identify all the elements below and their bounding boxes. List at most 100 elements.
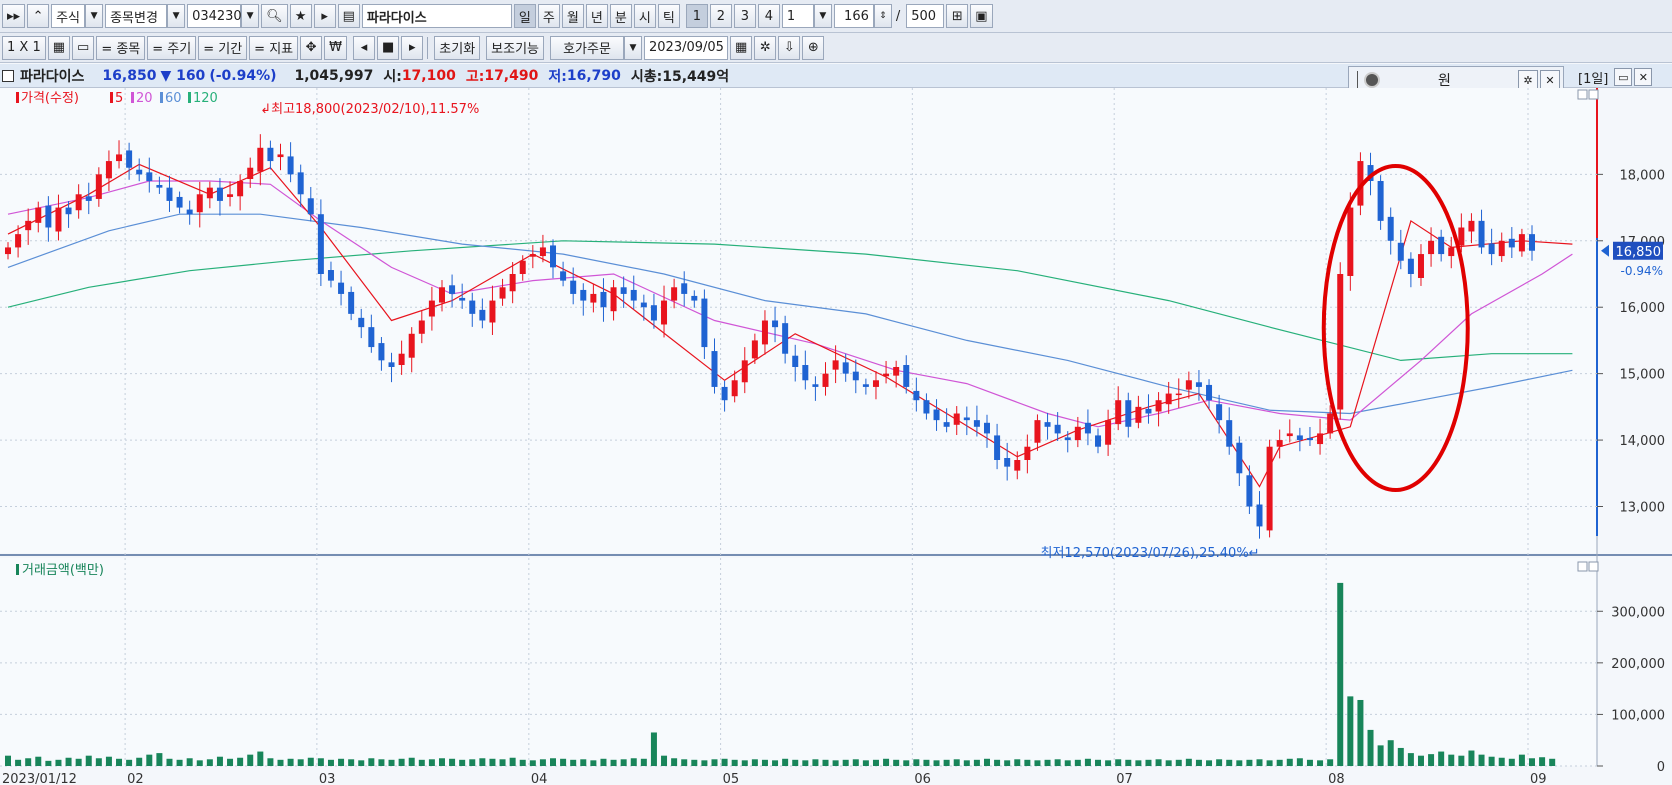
code-dropdown-icon[interactable]: ▼ <box>241 4 260 28</box>
unit-close-icon[interactable]: ✕ <box>1540 70 1560 90</box>
next-page-icon[interactable]: ▸ <box>401 35 424 60</box>
candle-body <box>459 297 466 301</box>
up-arrow-button[interactable]: ⌃ <box>27 4 50 28</box>
price-tick-label: 18,000 <box>1620 168 1666 183</box>
candle-body <box>1529 234 1535 251</box>
volume-bar <box>1286 758 1293 766</box>
info-change: ▼ 160 <box>160 67 206 84</box>
prev-icon[interactable]: ◂ <box>352 35 375 60</box>
close-icon[interactable]: ✕ <box>1634 68 1653 86</box>
change-stock-button[interactable]: 종목변경 <box>105 4 168 28</box>
candle-body <box>509 274 516 292</box>
date-input[interactable]: 2023/09/05 <box>644 35 729 60</box>
won-icon[interactable]: ₩ <box>324 35 347 60</box>
candle-body <box>1084 422 1091 434</box>
volume-bar <box>1387 740 1394 766</box>
grid-icon[interactable]: ▦ <box>47 35 71 60</box>
period-tab-1[interactable]: 주 <box>537 4 560 28</box>
volume-bar <box>792 759 799 766</box>
candle-body <box>297 172 304 195</box>
reset-button[interactable]: 초기화 <box>434 35 481 60</box>
volume-bar <box>620 759 627 766</box>
volume-bar <box>348 759 355 766</box>
candle-body <box>913 390 920 401</box>
pane-close-button[interactable] <box>1588 561 1599 572</box>
candle-body <box>257 147 264 172</box>
play-icon[interactable]: ▸▸ <box>2 4 26 28</box>
news-icon[interactable]: ▤ <box>337 4 360 28</box>
indicator-button-3[interactable]: = 지표 <box>249 35 299 60</box>
candle-body <box>55 207 62 232</box>
info-market-cap: 시총:15,449억 <box>630 68 730 85</box>
market-dropdown-icon[interactable]: ▼ <box>85 4 104 28</box>
period-tab-0[interactable]: 일 <box>513 4 536 28</box>
volume-bar <box>1438 751 1445 766</box>
zoom-icon[interactable]: ⊕ <box>802 35 825 60</box>
volume-bar <box>671 758 678 766</box>
volume-bar <box>65 757 72 766</box>
period-tab-2[interactable]: 월 <box>561 4 584 28</box>
add-window-icon[interactable]: ⊞ <box>946 4 969 28</box>
indicator-button-0[interactable]: = 종목 <box>96 35 146 60</box>
num-tab-2[interactable]: 3 <box>733 4 756 28</box>
chart-area[interactable]: 13,00014,00015,00016,00017,00018,0000100… <box>0 88 1672 785</box>
period-tab-5[interactable]: 시 <box>633 4 656 28</box>
crosshair-icon[interactable]: ✥ <box>300 35 323 60</box>
last-price-label: 16,850 <box>1616 245 1662 260</box>
max-bars-input[interactable]: 500 <box>906 4 945 28</box>
gear-icon[interactable]: ✲ <box>754 35 777 60</box>
volume-bar <box>913 759 920 766</box>
change-dropdown-icon[interactable]: ▼ <box>167 4 186 28</box>
x-tick-label: 05 <box>723 772 740 785</box>
layout-button[interactable]: 1 X 1 <box>2 35 46 60</box>
calendar-icon[interactable]: ▦ <box>730 35 753 60</box>
pane-close-button[interactable] <box>1588 89 1599 100</box>
volume-bar <box>983 758 990 766</box>
unit-gear-icon[interactable]: ✲ <box>1518 70 1538 90</box>
checkbox[interactable] <box>2 69 14 82</box>
export-icon[interactable]: ⇩ <box>778 35 801 60</box>
next-icon[interactable]: ▸ <box>313 4 336 28</box>
volume-bar <box>45 760 52 766</box>
save-icon[interactable]: ▣ <box>970 4 993 28</box>
search-icon[interactable]: 🔍︎ <box>261 4 288 28</box>
indicator-button-1[interactable]: = 주기 <box>147 35 197 60</box>
num-tab-0[interactable]: 1 <box>685 4 708 28</box>
x-tick-label: 08 <box>1328 772 1345 785</box>
volume-bar <box>1236 760 1243 766</box>
volume-bar <box>1175 759 1182 766</box>
count-dropdown-icon[interactable]: ▼ <box>813 4 832 28</box>
candle-body <box>1155 400 1162 412</box>
aux-button[interactable]: 보조기능 <box>486 35 545 60</box>
volume-bar <box>297 759 304 766</box>
record-icon[interactable] <box>1364 72 1380 88</box>
volume-bar <box>650 732 657 766</box>
order-button[interactable]: 호가주문 <box>550 35 625 60</box>
period-tab-3[interactable]: 년 <box>585 4 608 28</box>
volume-bar <box>1417 755 1424 766</box>
num-tab-1[interactable]: 2 <box>709 4 732 28</box>
stock-code-input[interactable]: 034230 <box>187 4 242 28</box>
volume-bar <box>610 759 617 766</box>
volume-bar <box>772 760 779 766</box>
star-icon[interactable]: ★ <box>289 4 312 28</box>
count-input[interactable]: 1 <box>781 4 814 28</box>
num-tab-3[interactable]: 4 <box>757 4 780 28</box>
bars-input[interactable]: 166 <box>833 4 874 28</box>
maximize-icon[interactable]: ▭ <box>1614 68 1633 86</box>
split-icon[interactable]: ▭ <box>72 35 95 60</box>
candle-body <box>25 220 32 231</box>
info-price: 16,850 <box>102 67 157 84</box>
pane-min-button[interactable] <box>1577 89 1588 100</box>
candle-body <box>1135 406 1142 423</box>
period-tab-6[interactable]: 틱 <box>657 4 680 28</box>
stop-icon[interactable]: ■ <box>376 35 400 60</box>
order-dropdown-icon[interactable]: ▼ <box>624 35 643 60</box>
indicator-button-2[interactable]: = 기간 <box>198 35 248 60</box>
market-select[interactable]: 주식 <box>51 4 86 28</box>
volume-bar <box>509 757 516 766</box>
candle-body <box>449 285 456 294</box>
bars-stepper-icon[interactable]: ⇕ <box>873 4 892 28</box>
period-tab-4[interactable]: 분 <box>609 4 632 28</box>
pane-min-button[interactable] <box>1577 561 1588 572</box>
